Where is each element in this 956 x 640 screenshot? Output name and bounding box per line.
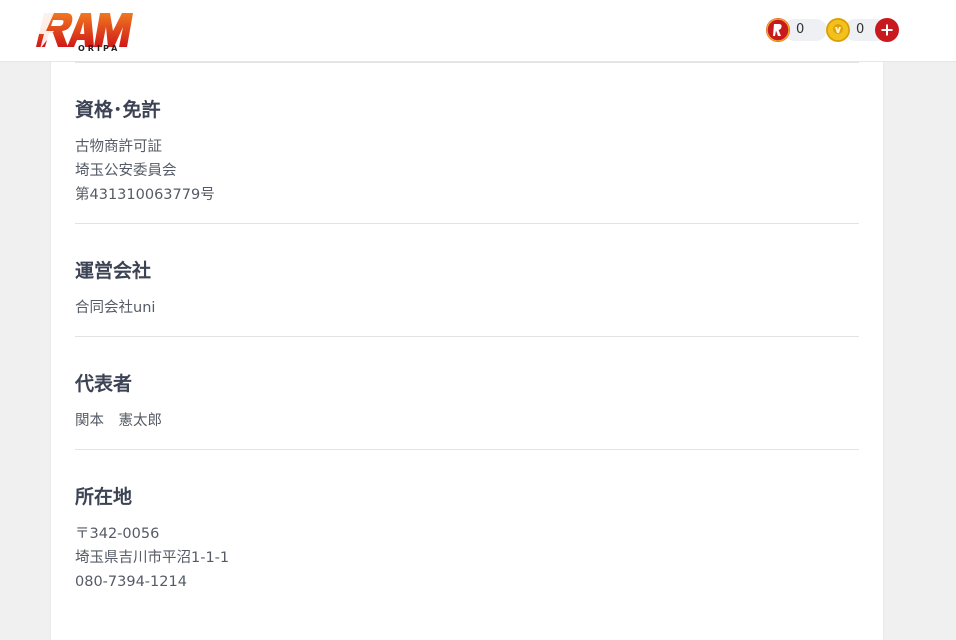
license-line: 第431310063779号	[75, 187, 215, 203]
postal-code: 〒342-0056	[75, 526, 160, 542]
street-address: 埼玉県吉川市平沼1-1-1	[75, 550, 230, 566]
company-name: 合同会社uni	[75, 300, 156, 316]
red-points-balance[interactable]: 0	[766, 17, 827, 43]
plus-icon	[881, 24, 893, 36]
license-line: 埼玉公安委員会	[75, 163, 177, 179]
top-header: ORIPA 0 0	[0, 0, 956, 62]
divider	[75, 223, 859, 224]
license-line: 古物商許可証	[75, 139, 162, 155]
phone-number: 080-7394-1214	[75, 574, 187, 590]
section-body-company: 合同会社uni	[75, 296, 155, 320]
gold-coin-icon	[826, 18, 850, 42]
section-title-address: 所在地	[75, 486, 133, 508]
representative-name: 関本 憲太郎	[75, 413, 162, 429]
add-points-button[interactable]	[875, 18, 899, 42]
red-coin-icon	[766, 18, 790, 42]
divider	[75, 449, 859, 450]
section-title-license: 資格･免許	[75, 99, 161, 121]
section-body-license: 古物商許可証 埼玉公安委員会 第431310063779号	[75, 135, 215, 207]
logo-subtitle: ORIPA	[78, 44, 120, 53]
section-title-company: 運営会社	[75, 260, 152, 282]
ram-oripa-logo[interactable]: ORIPA	[34, 9, 138, 53]
section-body-representative: 関本 憲太郎	[75, 409, 162, 433]
section-title-representative: 代表者	[75, 373, 133, 395]
red-points-count: 0	[784, 19, 827, 41]
company-info-card: 資格･免許 古物商許可証 埼玉公安委員会 第431310063779号 運営会社…	[51, 40, 883, 640]
divider	[75, 336, 859, 337]
divider	[75, 62, 859, 63]
section-body-address: 〒342-0056 埼玉県吉川市平沼1-1-1 080-7394-1214	[75, 522, 229, 594]
